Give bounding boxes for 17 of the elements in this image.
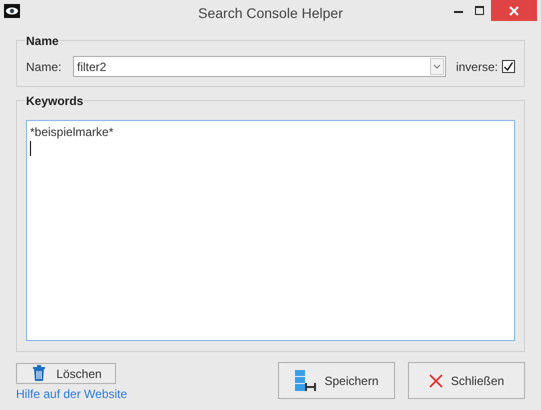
help-link[interactable]: Hilfe auf der Website — [16, 385, 128, 403]
save-button[interactable]: Speichern — [278, 362, 395, 399]
close-button[interactable] — [491, 0, 537, 21]
window-title: Search Console Helper — [198, 4, 343, 23]
close-icon — [428, 374, 443, 388]
close-dialog-button[interactable]: Schließen — [408, 362, 525, 399]
app-eye-icon — [4, 4, 20, 18]
maximize-icon[interactable] — [475, 6, 485, 16]
dropdown-caret-icon[interactable] — [430, 58, 444, 75]
name-combo-box[interactable]: filter2 — [73, 56, 446, 77]
inverse-checkbox[interactable] — [502, 60, 515, 73]
delete-button[interactable]: Löschen — [16, 363, 116, 384]
database-save-icon — [294, 370, 316, 392]
name-label: Name: — [26, 58, 62, 76]
inverse-label: inverse: — [456, 58, 498, 76]
close-icon — [509, 6, 519, 16]
keywords-text-area[interactable]: *beispielmarke* — [26, 120, 515, 341]
